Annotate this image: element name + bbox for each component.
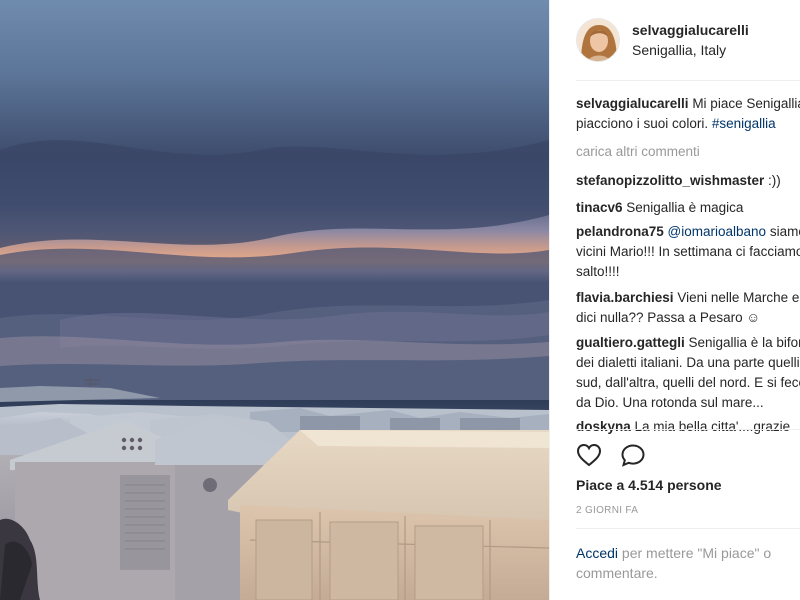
post-author-username[interactable]: selvaggialucarelli [632, 21, 749, 39]
post-header: selvaggialucarelli Senigallia, Italy [576, 16, 800, 64]
avatar[interactable] [576, 18, 620, 62]
comment-username[interactable]: tinacv6 [576, 200, 623, 215]
login-divider [576, 528, 800, 529]
load-more-comments-link[interactable]: carica altri commenti [576, 144, 700, 159]
comment-text: Senigallia è magica [622, 200, 744, 215]
heart-outline-icon[interactable] [576, 442, 602, 468]
comment-item: flavia.barchiesi Vieni nelle Marche e no… [576, 288, 800, 328]
comment-item: pelandrona75 @iomarioalbano siamo vicini… [576, 222, 800, 282]
comment-username[interactable]: gualtiero.gattegli [576, 335, 685, 350]
comment-item: tinacv6 Senigallia è magica [576, 198, 743, 218]
comment-username[interactable]: pelandrona75 [576, 224, 664, 239]
profile-picture-icon [577, 19, 619, 61]
comment-username[interactable]: doskyna [576, 419, 631, 434]
post-caption: selvaggialucarelli Mi piace Senigallia e… [576, 94, 800, 134]
post-location[interactable]: Senigallia, Italy [632, 40, 749, 60]
header-divider [576, 80, 800, 81]
login-link[interactable]: Accedi [576, 545, 618, 561]
comment-username[interactable]: flavia.barchiesi [576, 290, 674, 305]
sunset-beach-cabins-image [0, 0, 549, 600]
header-text: selvaggialucarelli Senigallia, Italy [632, 21, 749, 60]
comment-text: :)) [764, 173, 781, 188]
post-actions [576, 440, 664, 470]
comment-item: stefanopizzolitto_wishmaster :)) [576, 171, 781, 191]
comment-username[interactable]: stefanopizzolitto_wishmaster [576, 173, 764, 188]
likes-count[interactable]: Piace a 4.514 persone [576, 477, 722, 493]
speech-bubble-icon[interactable] [620, 442, 646, 468]
comment-mention[interactable]: @iomarioalbano [668, 224, 767, 239]
login-prompt: Accedi per mettere "Mi piace" o commenta… [576, 543, 800, 583]
instagram-post-view: selvaggialucarelli Senigallia, Italy sel… [0, 0, 800, 600]
comment-text: La mia bella citta'....grazie [630, 419, 791, 434]
post-timestamp[interactable]: 2 GIORNI FA [576, 505, 638, 516]
post-photo[interactable] [0, 0, 549, 600]
caption-hashtag[interactable]: #senigallia [712, 116, 776, 131]
caption-username[interactable]: selvaggialucarelli [576, 96, 689, 111]
actions-divider [576, 429, 800, 430]
comment-item: doskyna La mia bella citta'....grazie [576, 417, 790, 437]
comment-item: gualtiero.gattegli Senigallia è la bifor… [576, 333, 800, 413]
post-side-panel: selvaggialucarelli Senigallia, Italy sel… [549, 0, 800, 600]
